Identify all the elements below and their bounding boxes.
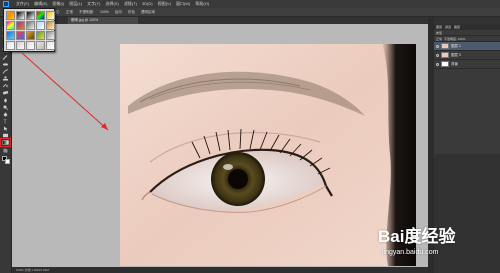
- gradient-preset-swatch[interactable]: [46, 11, 55, 20]
- healing-brush-icon[interactable]: [2, 62, 9, 67]
- options-bar: 模式: 正常 不透明度: 100% 反向 仿色 透明区域: [0, 8, 500, 17]
- reverse-checkbox[interactable]: 反向: [115, 10, 122, 15]
- watermark-url: jingyan.baidu.com: [382, 249, 439, 256]
- layer-name: 图层 0: [451, 52, 461, 57]
- document-tab[interactable]: 眼睛.jpg @ 100%: [68, 17, 138, 24]
- clone-stamp-icon[interactable]: [2, 76, 9, 81]
- gradient-preset-swatch[interactable]: [36, 11, 45, 20]
- tab-layers[interactable]: 图层: [436, 24, 442, 30]
- tab-channels[interactable]: 通道: [445, 24, 451, 30]
- canvas-workspace[interactable]: [12, 24, 428, 267]
- menu-select[interactable]: 选择(S): [105, 0, 118, 8]
- layers-panel: 图层 通道 路径 类型 正常 不透明度: 100% 图层 1 图层 0 背景: [434, 24, 500, 154]
- gradient-preset-swatch[interactable]: [46, 31, 55, 40]
- type-tool-icon[interactable]: T: [2, 119, 9, 125]
- path-select-tool-icon[interactable]: [2, 126, 9, 131]
- menu-help[interactable]: 帮助(H): [195, 0, 209, 8]
- opacity-label: 不透明度:: [78, 9, 94, 14]
- document-tab-bar: 眼睛.jpg @ 100%: [18, 17, 428, 24]
- hand-tool-icon[interactable]: [2, 148, 9, 153]
- layer-thumbnail: [441, 43, 449, 49]
- gradient-preset-swatch[interactable]: [16, 21, 25, 30]
- layer-opacity[interactable]: 不透明度: 100%: [444, 37, 465, 41]
- layer-item[interactable]: 图层 0: [434, 51, 500, 60]
- eyedropper-tool-icon[interactable]: [2, 55, 9, 60]
- gradient-preset-swatch[interactable]: [26, 31, 35, 40]
- menu-edit[interactable]: 编辑(E): [34, 0, 47, 8]
- gradient-preset-swatch[interactable]: [16, 31, 25, 40]
- gradient-preset-swatch[interactable]: [16, 41, 25, 50]
- gradient-preset-swatch[interactable]: [36, 41, 45, 50]
- opacity-input[interactable]: 100%: [100, 10, 109, 14]
- tools-panel: T: [0, 17, 12, 273]
- layer-item[interactable]: 图层 1: [434, 42, 500, 51]
- svg-text:T: T: [4, 120, 7, 125]
- pen-tool-icon[interactable]: [2, 112, 9, 117]
- layer-name: 图层 1: [451, 43, 461, 48]
- layer-thumbnail: [441, 52, 449, 58]
- blur-tool-icon[interactable]: [2, 98, 9, 103]
- photoshop-window: 文件(F) 编辑(E) 图像(I) 图层(L) 文字(Y) 选择(S) 滤镜(T…: [0, 0, 500, 273]
- blend-mode-select[interactable]: 正常: [436, 37, 442, 41]
- gradient-picker-popup: [3, 8, 55, 52]
- eye-photo: [120, 44, 416, 266]
- dodge-tool-icon[interactable]: [2, 105, 9, 110]
- watermark-logo: Bai度经验: [378, 227, 456, 246]
- gradient-preset-swatch[interactable]: [36, 21, 45, 30]
- gradient-tool-highlight-box: [0, 138, 11, 147]
- gradient-preset-swatch[interactable]: [6, 31, 15, 40]
- layer-name: 背景: [451, 61, 458, 66]
- visibility-eye-icon[interactable]: [436, 53, 439, 57]
- menu-3d[interactable]: 3D(D): [142, 0, 153, 8]
- menu-filter[interactable]: 滤镜(T): [124, 0, 137, 8]
- menu-type[interactable]: 文字(Y): [87, 0, 100, 8]
- tab-paths[interactable]: 路径: [454, 24, 460, 30]
- gradient-preset-swatch[interactable]: [26, 21, 35, 30]
- status-bar: 100% 文档:1.02M/1.02M: [12, 267, 428, 273]
- menu-window[interactable]: 窗口(W): [176, 0, 190, 8]
- gradient-preset-swatch[interactable]: [46, 21, 55, 30]
- menu-file[interactable]: 文件(F): [16, 0, 29, 8]
- layer-item[interactable]: 背景: [434, 60, 500, 69]
- mode-select[interactable]: 正常: [66, 10, 73, 15]
- eraser-tool-icon[interactable]: [2, 90, 9, 95]
- menu-bar: 文件(F) 编辑(E) 图像(I) 图层(L) 文字(Y) 选择(S) 滤镜(T…: [0, 0, 500, 8]
- gradient-preset-swatch[interactable]: [26, 11, 35, 20]
- document-canvas[interactable]: [120, 44, 416, 266]
- gradient-preset-swatch[interactable]: [6, 41, 15, 50]
- menu-view[interactable]: 视图(V): [158, 0, 171, 8]
- gradient-preset-swatch[interactable]: [26, 41, 35, 50]
- layer-kind-select[interactable]: 类型: [436, 31, 442, 35]
- dither-checkbox[interactable]: 仿色: [128, 10, 135, 15]
- menu-layer[interactable]: 图层(L): [69, 0, 82, 8]
- menu-image[interactable]: 图像(I): [52, 0, 64, 8]
- brush-tool-icon[interactable]: [2, 69, 9, 74]
- transparency-checkbox[interactable]: 透明区域: [141, 10, 155, 15]
- gradient-preset-swatch[interactable]: [6, 21, 15, 30]
- visibility-eye-icon[interactable]: [436, 44, 439, 48]
- gradient-preset-swatch[interactable]: [46, 41, 55, 50]
- photoshop-logo-icon: [3, 1, 9, 7]
- visibility-eye-icon[interactable]: [436, 62, 439, 66]
- layer-thumbnail: [441, 61, 449, 67]
- gradient-preset-swatch[interactable]: [16, 11, 25, 20]
- background-color-swatch[interactable]: [5, 159, 10, 164]
- baidu-jingyan-watermark: Bai度经验 jingyan.baidu.com: [378, 222, 488, 268]
- gradient-preset-swatch[interactable]: [6, 11, 15, 20]
- gradient-preset-swatch[interactable]: [36, 31, 45, 40]
- history-brush-icon[interactable]: [2, 83, 9, 88]
